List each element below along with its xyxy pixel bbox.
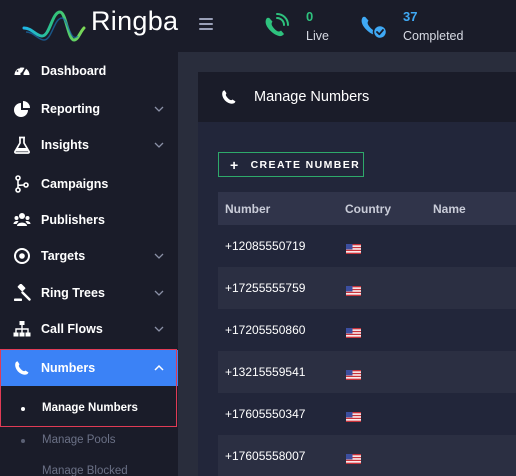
column-header-country[interactable]: Country [345, 202, 391, 216]
sidebar-subitem-manage-blocked[interactable]: Manage Blocked [0, 457, 178, 476]
pie-chart-icon [14, 101, 30, 117]
table-header: Number Country Name [218, 192, 516, 225]
bullet-icon [21, 407, 25, 411]
sidebar-subitem-manage-pools[interactable]: Manage Pools [0, 426, 178, 456]
dashboard-gauge-icon [14, 65, 30, 76]
chevron-down-icon [154, 106, 164, 112]
column-header-name[interactable]: Name [433, 202, 466, 216]
sidebar: Dashboard Reporting Insights Campaigns P… [0, 52, 178, 476]
phone-number-cell: +17605558007 [225, 449, 306, 463]
sidebar-subitem-manage-numbers[interactable]: Manage Numbers [0, 394, 178, 424]
table-row[interactable]: +17255555759 [218, 267, 516, 309]
sidebar-item-dashboard[interactable]: Dashboard [0, 53, 178, 89]
table-row[interactable]: +17605558007 [218, 435, 516, 476]
sidebar-item-label: Insights [41, 138, 89, 152]
column-header-number[interactable]: Number [225, 202, 270, 216]
sidebar-item-label: Ring Trees [41, 286, 105, 300]
sidebar-item-label: Publishers [41, 213, 105, 227]
sidebar-item-campaigns[interactable]: Campaigns [0, 166, 178, 202]
completed-calls-stat: 37 Completed [356, 8, 476, 48]
us-flag-icon [346, 283, 361, 296]
sidebar-subitem-label: Manage Numbers [42, 402, 138, 414]
sidebar-item-label: Targets [41, 249, 86, 263]
sidebar-subitem-label: Manage Blocked [42, 465, 128, 476]
brand-name: Ringba [91, 6, 179, 36]
menu-toggle-icon[interactable] [199, 18, 213, 30]
target-icon [14, 248, 30, 264]
sidebar-item-targets[interactable]: Targets [0, 238, 178, 274]
completed-count: 37 [403, 9, 418, 24]
us-flag-icon [346, 241, 361, 254]
chevron-down-icon [154, 253, 164, 259]
gavel-icon [14, 284, 31, 301]
completed-label: Completed [403, 29, 464, 43]
phone-ringing-icon [265, 13, 289, 37]
sidebar-subitem-label: Manage Pools [42, 434, 116, 446]
sidebar-item-insights[interactable]: Insights [0, 127, 178, 163]
sidebar-item-publishers[interactable]: Publishers [0, 202, 178, 238]
plus-icon: + [230, 156, 240, 173]
us-flag-icon [346, 451, 361, 464]
live-count: 0 [306, 9, 314, 24]
sidebar-item-numbers[interactable]: Numbers [0, 350, 178, 386]
sidebar-item-label: Dashboard [41, 64, 107, 78]
phone-check-icon [361, 16, 388, 40]
live-label: Live [306, 29, 329, 43]
sidebar-item-call-flows[interactable]: Call Flows [0, 311, 178, 347]
ringba-logo[interactable] [22, 6, 86, 46]
numbers-panel: + CREATE NUMBER Number Country Name +120… [198, 122, 516, 476]
create-number-label: CREATE NUMBER [250, 158, 361, 171]
publishers-users-icon [13, 213, 31, 226]
sidebar-item-label: Numbers [41, 361, 96, 375]
chevron-down-icon [154, 142, 164, 148]
top-bar: Ringba 0 Live 37 Completed [0, 0, 516, 52]
chevron-down-icon [154, 326, 164, 332]
us-flag-icon [346, 325, 361, 338]
main-content: Manage Numbers + CREATE NUMBER Number Co… [178, 52, 516, 476]
sidebar-item-reporting[interactable]: Reporting [0, 91, 178, 127]
flask-icon [14, 136, 30, 154]
live-calls-stat: 0 Live [258, 8, 338, 48]
phone-handset-icon [15, 361, 29, 375]
phone-number-cell: +17205550860 [225, 323, 306, 337]
sidebar-item-label: Call Flows [41, 322, 103, 336]
phone-handset-icon [222, 90, 236, 104]
phone-number-cell: +17255555759 [225, 281, 306, 295]
phone-number-cell: +12085550719 [225, 239, 306, 253]
us-flag-icon [346, 409, 361, 422]
phone-number-cell: +13215559541 [225, 365, 306, 379]
sitemap-icon [13, 321, 31, 337]
us-flag-icon [346, 367, 361, 380]
chevron-down-icon [154, 290, 164, 296]
create-number-button[interactable]: + CREATE NUMBER [218, 152, 364, 177]
page-title: Manage Numbers [254, 89, 370, 105]
campaign-branch-icon [15, 175, 29, 193]
table-row[interactable]: +12085550719 [218, 225, 516, 267]
phone-number-cell: +17605550347 [225, 407, 306, 421]
bullet-icon [21, 439, 25, 443]
sidebar-item-label: Reporting [41, 102, 101, 116]
sidebar-item-ring-trees[interactable]: Ring Trees [0, 275, 178, 311]
page-header: Manage Numbers [198, 72, 516, 122]
chevron-up-icon [154, 364, 164, 371]
table-row[interactable]: +17605550347 [218, 393, 516, 435]
app-root: Ringba 0 Live 37 Completed Dashboard Rep… [0, 0, 516, 476]
table-row[interactable]: +17205550860 [218, 309, 516, 351]
table-row[interactable]: +13215559541 [218, 351, 516, 393]
sidebar-item-label: Campaigns [41, 177, 109, 191]
